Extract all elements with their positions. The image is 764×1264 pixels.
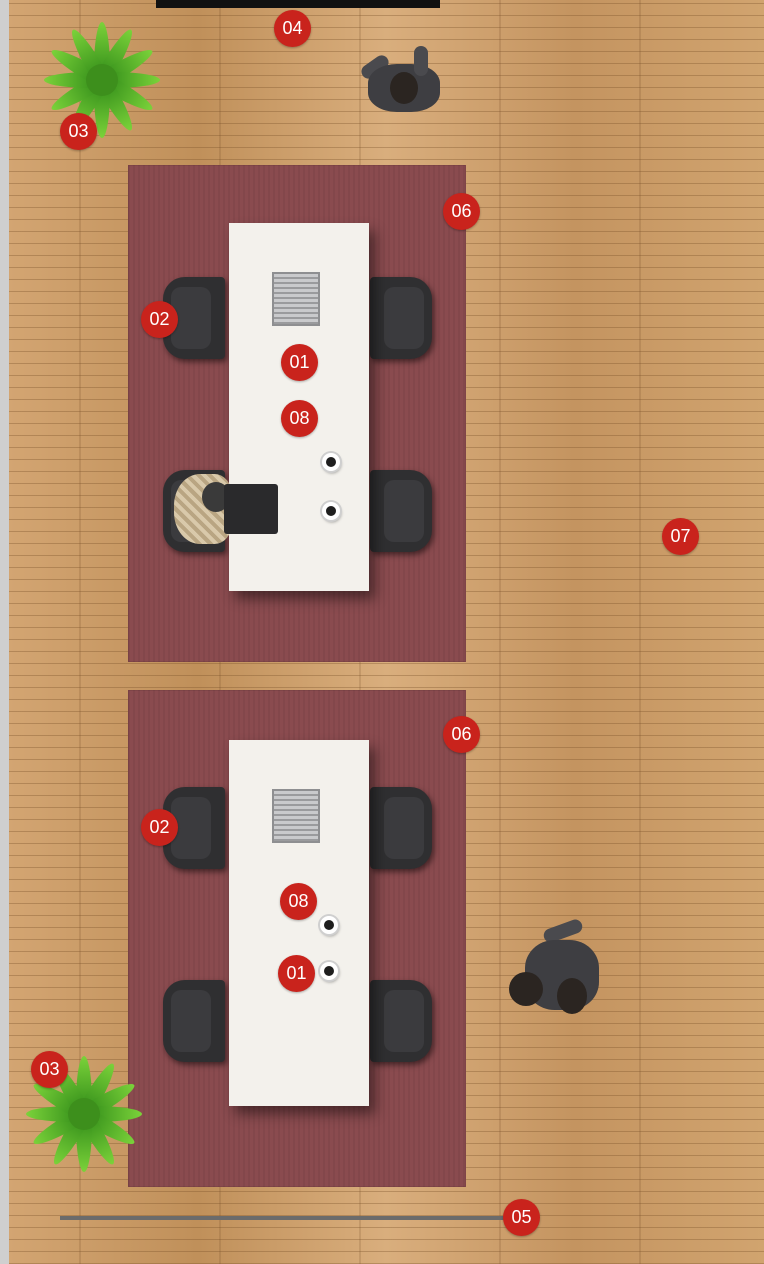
chair-icon [163,980,225,1062]
coffee-cup-icon [320,916,338,934]
person-icon [172,472,282,550]
chair-icon [370,470,432,552]
chair-icon [370,787,432,869]
marker-plant-top: 03 [60,113,97,150]
person-icon [358,46,446,122]
chair-icon [370,980,432,1062]
coffee-cup-icon [320,962,338,980]
marker-wall-line: 05 [503,1199,540,1236]
marker-floor: 07 [662,518,699,555]
marker-chair-bottom: 02 [141,809,178,846]
floor-plan: 04 03 06 02 01 08 07 06 02 08 01 03 05 [0,0,764,1264]
marker-cups-bottom: 08 [280,883,317,920]
marker-door: 04 [274,10,311,47]
marker-cups-top: 08 [281,400,318,437]
door-opening [156,0,440,8]
chair-icon [370,277,432,359]
coffee-cup-icon [322,453,340,471]
marker-rug-top: 06 [443,193,480,230]
marker-table-top: 01 [281,344,318,381]
person-icon [505,917,601,1020]
marker-plant-bottom: 03 [31,1051,68,1088]
marker-chair-top: 02 [141,301,178,338]
laptop-icon [272,272,320,326]
coffee-cup-icon [322,502,340,520]
wall-line [60,1216,510,1220]
laptop-icon [272,789,320,843]
plant-icon [42,20,162,140]
marker-table-bottom: 01 [278,955,315,992]
laptop-icon [224,484,278,534]
marker-rug-bottom: 06 [443,716,480,753]
left-wall [0,0,9,1264]
